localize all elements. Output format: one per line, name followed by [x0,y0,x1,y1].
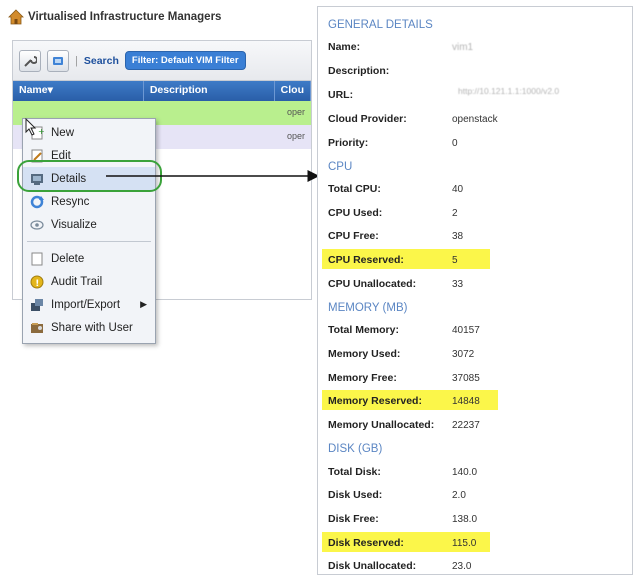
vim-panel-title: Virtualised Infrastructure Managers [28,11,222,23]
context-menu: + New Edit Details Resync Visualize Dele… [22,118,156,344]
table-cell-description [147,101,281,125]
resync-icon [29,194,45,210]
menu-item-share-with-user[interactable]: Share with User [23,316,155,339]
menu-item-visualize[interactable]: Visualize [23,213,155,236]
menu-item-label: New [51,126,75,139]
wrench-button[interactable] [19,49,41,72]
column-header-cloud[interactable]: Clou [275,81,311,101]
details-icon [29,171,45,187]
menu-item-label: Delete [51,252,85,265]
wrench-icon [24,55,37,67]
field-value-memory-unallocated: 22237 [452,420,480,431]
section-title-disk: DISK (GB) [328,443,383,455]
menu-item-label: Resync [51,195,90,208]
menu-item-label: Share with User [51,321,133,334]
grid-header: Name▾ Description Clou [13,81,311,101]
field-label-name: Name: [328,41,361,53]
field-label-memory-reserved: Memory Reserved: [328,395,422,407]
table-cell-cloud: oper [286,131,305,141]
visualize-icon [29,217,45,233]
field-label-total-memory: Total Memory: [328,324,399,336]
field-label-cpu-unallocated: CPU Unallocated: [328,278,417,290]
menu-item-audit-trail[interactable]: ! Audit Trail [23,270,155,293]
field-value-memory-used: 3072 [452,349,475,360]
section-title-general: GENERAL DETAILS [328,19,433,31]
field-value-total-disk: 140.0 [452,467,478,478]
vim-toolbar: | Search Filter: Default VIM Filter [13,41,311,81]
share-icon [29,320,45,336]
search-link[interactable]: Search [84,55,119,67]
field-label-description: Description: [328,65,390,77]
field-value-memory-free: 37085 [452,373,480,384]
table-cell-description [147,125,281,149]
field-value-cpu-used: 2 [452,208,458,219]
column-header-name[interactable]: Name▾ [13,81,144,101]
field-value-name: vim1 [452,42,474,53]
menu-item-label: Visualize [51,218,97,231]
column-header-name-label: Name [19,84,48,96]
field-label-total-cpu: Total CPU: [328,183,381,195]
field-value-cpu-free: 38 [452,231,464,242]
field-label-disk-reserved: Disk Reserved: [328,537,404,549]
field-value-disk-free: 138.0 [452,514,478,525]
details-panel: GENERAL DETAILS Name: vim1 Description: … [317,6,633,575]
field-label-cloud-provider: Cloud Provider: [328,113,407,125]
menu-item-label: Audit Trail [51,275,103,288]
table-cell-cloud: oper [286,107,305,117]
import-export-icon [29,297,45,313]
field-value-memory-reserved: 14848 [452,396,480,407]
section-title-memory: MEMORY (MB) [328,302,408,314]
menu-item-label: Details [51,172,87,185]
vim-panel-header: Virtualised Infrastructure Managers [8,8,221,26]
edit-icon [29,148,45,164]
field-label-memory-free: Memory Free: [328,372,397,384]
menu-item-label: Edit [51,149,71,162]
field-label-cpu-reserved: CPU Reserved: [328,254,404,266]
field-label-disk-used: Disk Used: [328,489,383,501]
field-label-total-disk: Total Disk: [328,466,381,478]
field-value-priority: 0 [452,138,458,149]
section-title-cpu: CPU [328,161,353,173]
mouse-cursor-icon [25,118,37,136]
field-label-priority: Priority: [328,137,369,149]
field-label-disk-unallocated: Disk Unallocated: [328,560,417,572]
vm-icon [53,56,63,65]
menu-item-resync[interactable]: Resync [23,190,155,213]
field-value-disk-unallocated: 23.0 [452,561,472,572]
field-value-total-memory: 40157 [452,325,480,336]
field-label-url: URL: [328,89,354,101]
field-label-disk-free: Disk Free: [328,513,379,525]
field-label-cpu-used: CPU Used: [328,207,383,219]
menu-item-details[interactable]: Details [23,167,155,190]
field-value-total-cpu: 40 [452,184,464,195]
toolbar-separator: | [75,54,78,67]
column-header-description[interactable]: Description [144,81,275,101]
svg-text:!: ! [35,279,39,289]
field-label-cpu-free: CPU Free: [328,230,379,242]
audit-trail-icon: ! [29,274,45,290]
submenu-arrow-icon: ▶ [140,299,147,309]
menu-item-import-export[interactable]: Import/Export ▶ [23,293,155,316]
sort-desc-icon: ▾ [47,84,53,96]
menu-separator [27,241,151,242]
field-value-cpu-reserved: 5 [452,255,458,266]
house-icon [8,9,24,25]
menu-item-edit[interactable]: Edit [23,144,155,167]
field-label-memory-unallocated: Memory Unallocated: [328,419,435,431]
field-value-cloud-provider: openstack [452,114,498,125]
menu-item-delete[interactable]: Delete [23,247,155,270]
field-value-url: http://10.121.1.1:1000/v2.0 [458,86,560,96]
delete-icon [29,251,45,267]
filter-button[interactable]: Filter: Default VIM Filter [124,51,246,70]
field-value-disk-used: 2.0 [452,490,466,501]
menu-item-label: Import/Export [51,298,121,311]
vm-action-button[interactable] [47,49,69,72]
field-label-memory-used: Memory Used: [328,348,401,360]
field-value-cpu-unallocated: 33 [452,279,464,290]
field-value-disk-reserved: 115.0 [452,538,477,549]
menu-item-new[interactable]: + New [23,121,155,144]
